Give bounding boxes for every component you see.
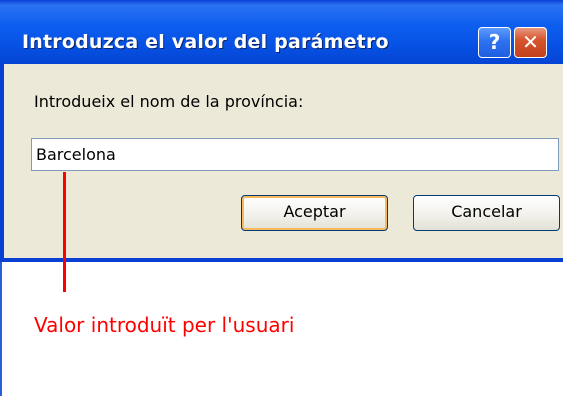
title-bar[interactable]: Introduzca el valor del parámetro ? ✕ [0,0,563,64]
annotation-pointer-line [63,172,66,292]
help-button[interactable]: ? [478,27,511,58]
close-button[interactable]: ✕ [514,27,547,58]
annotation-text: Valor introduït per l'usuari [34,313,295,337]
parameter-dialog: Introduzca el valor del parámetro ? ✕ In… [0,0,563,262]
cancel-button[interactable]: Cancelar [413,195,560,231]
parameter-value-input[interactable] [31,138,559,171]
dialog-title: Introduzca el valor del parámetro [22,31,389,53]
close-icon: ✕ [522,30,539,54]
prompt-label: Introdueix el nom de la província: [34,92,304,111]
window-edge [0,262,2,396]
accept-button[interactable]: Aceptar [241,195,388,231]
help-icon: ? [488,30,501,54]
page: Introduzca el valor del parámetro ? ✕ In… [0,0,563,396]
